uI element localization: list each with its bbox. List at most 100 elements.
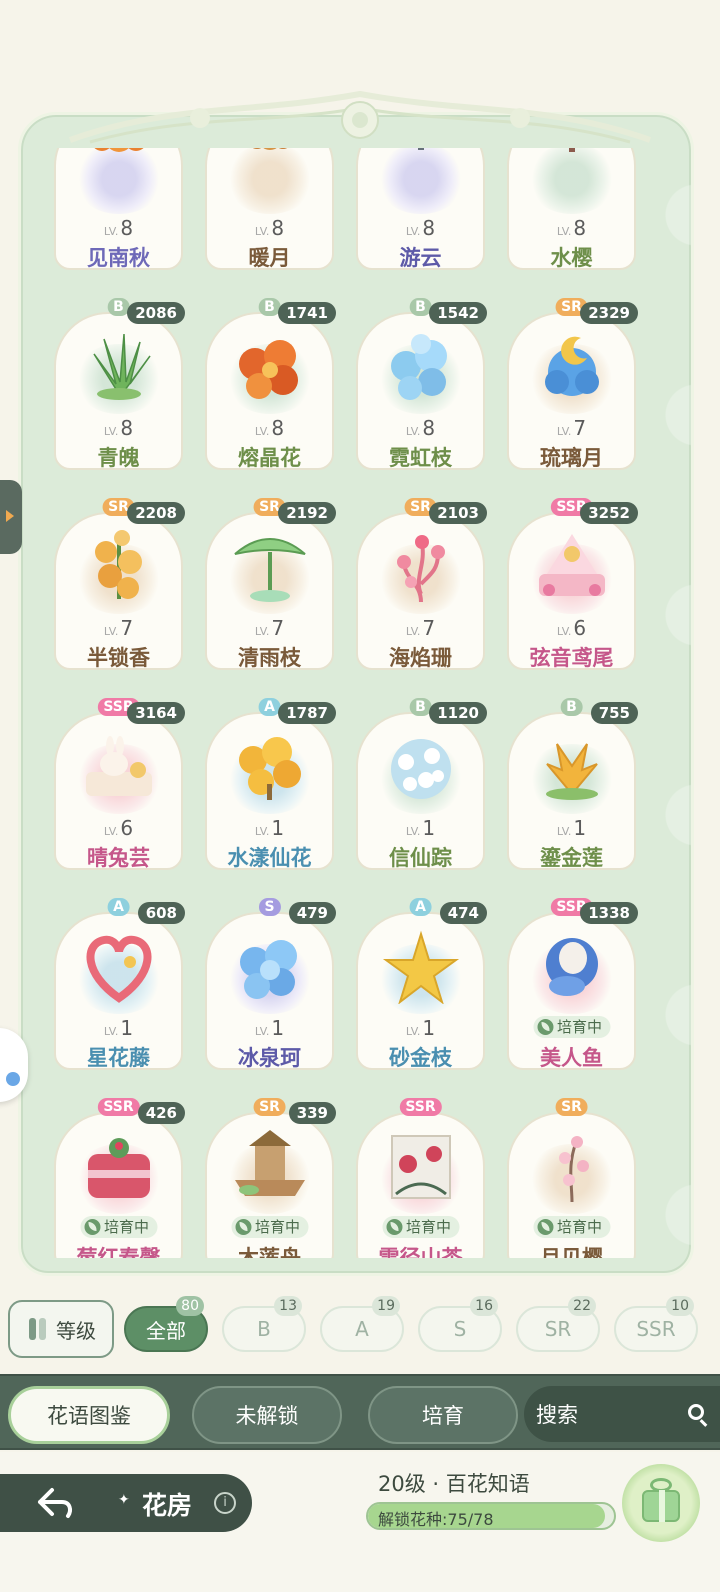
filter-chip-count: 13 bbox=[274, 1296, 302, 1316]
level-prefix: LV. bbox=[103, 1025, 119, 1038]
rarity-badge: SR bbox=[253, 1098, 286, 1116]
flower-name: 美人鱼 bbox=[540, 1046, 603, 1070]
unlock-progress-label: 解锁花种:75/78 bbox=[378, 1510, 494, 1529]
flower-count-badge: 2192 bbox=[278, 502, 336, 524]
nurturing-label: 培育中 bbox=[103, 1218, 150, 1236]
level-prefix: LV. bbox=[254, 1025, 270, 1038]
level-value: 7 bbox=[120, 616, 134, 640]
level-value: 8 bbox=[120, 416, 134, 440]
flower-card[interactable]: B 1120 LV. 1 信仙踪 bbox=[352, 696, 489, 870]
sort-by-level-button[interactable]: 等级 bbox=[8, 1300, 114, 1358]
level-prefix: LV. bbox=[103, 425, 119, 438]
filter-chip-ssr[interactable]: SSR 10 bbox=[614, 1296, 698, 1352]
tab-flower-encyclopedia[interactable]: 花语图鉴 bbox=[8, 1386, 170, 1444]
flower-card[interactable]: LV. 8 水樱 bbox=[503, 148, 640, 270]
flower-card[interactable]: SSR 3252 LV. 6 弦音鸢尾 bbox=[503, 496, 640, 670]
flower-card[interactable]: S 479 LV. 1 冰泉珂 bbox=[201, 896, 338, 1070]
flower-card[interactable]: SSR 426 培育中 莓红春馨 bbox=[50, 1096, 187, 1258]
level-value: 8 bbox=[573, 216, 587, 240]
filter-bar: 等级 全部 80 B 13 A 19 S 16 SR 22 SSR 10 bbox=[0, 1294, 720, 1366]
level-prefix: LV. bbox=[556, 225, 572, 238]
info-icon[interactable]: i bbox=[214, 1492, 236, 1514]
flower-level: LV. 8 bbox=[352, 416, 489, 440]
level-prefix: LV. bbox=[405, 1025, 421, 1038]
flower-illustration bbox=[559, 1136, 589, 1203]
flower-card[interactable]: LV. 8 游云 bbox=[352, 148, 489, 270]
level-prefix: LV. bbox=[254, 225, 270, 238]
flower-count-badge: 1741 bbox=[278, 302, 336, 324]
level-prefix: LV. bbox=[103, 825, 119, 838]
tab-locked[interactable]: 未解锁 bbox=[192, 1386, 342, 1444]
flower-card[interactable]: SSR 1338 培育中 美人鱼 bbox=[503, 896, 640, 1070]
flower-name: 鎏金莲 bbox=[540, 846, 603, 870]
nurturing-label: 培育中 bbox=[556, 1218, 603, 1236]
filter-chip-sr[interactable]: SR 22 bbox=[516, 1296, 600, 1352]
flower-card[interactable]: SR 2329 LV. 7 琉璃月 bbox=[503, 296, 640, 470]
flower-card[interactable]: B 1542 LV. 8 霓虹枝 bbox=[352, 296, 489, 470]
flower-card[interactable]: SSR 培育中 雪径山茶 bbox=[352, 1096, 489, 1258]
level-value: 6 bbox=[120, 816, 134, 840]
flower-count-badge: 339 bbox=[288, 1102, 336, 1124]
flower-name: 游云 bbox=[399, 246, 442, 270]
flower-name: 熔晶花 bbox=[238, 446, 301, 470]
tab-label: 花语图鉴 bbox=[47, 1404, 131, 1428]
flower-card[interactable]: A 1787 LV. 1 水漾仙花 bbox=[201, 696, 338, 870]
filter-chip-all[interactable]: 全部 80 bbox=[124, 1296, 208, 1352]
flower-name: 见南秋 bbox=[87, 246, 150, 270]
flower-card[interactable]: A 474 LV. 1 砂金枝 bbox=[352, 896, 489, 1070]
filter-chip-s[interactable]: S 16 bbox=[418, 1296, 502, 1352]
flower-count-badge: 755 bbox=[590, 702, 638, 724]
filter-chip-b[interactable]: B 13 bbox=[222, 1296, 306, 1352]
flower-name: 海焰珊 bbox=[389, 646, 452, 670]
tab-nurture[interactable]: 培育 bbox=[368, 1386, 518, 1444]
flower-card[interactable]: SR 339 培育中木莲舟 bbox=[201, 1096, 338, 1258]
flower-card[interactable]: SR 2103 LV. 7 海焰珊 bbox=[352, 496, 489, 670]
nurturing-status: 培育中 bbox=[230, 1216, 309, 1238]
flower-card[interactable]: B 2086 LV. 8 青魄 bbox=[50, 296, 187, 470]
flower-grid-viewport[interactable]: LV. 8 见南秋 LV. 8 暖月 LV. 8 游云 LV. 8 水樱 B 2086 LV. 8 青魄 B 174… bbox=[50, 148, 654, 1258]
rarity-badge: SSR bbox=[399, 1098, 442, 1116]
rarity-badge: A bbox=[107, 898, 130, 916]
flower-card[interactable]: A 608 LV. 1 星花藤 bbox=[50, 896, 187, 1070]
side-drawer-handle[interactable] bbox=[0, 480, 22, 554]
flower-card[interactable]: B 755 LV. 1 鎏金莲 bbox=[503, 696, 640, 870]
sparkle-icon: ✦ bbox=[118, 1492, 130, 1508]
gift-box-button[interactable] bbox=[622, 1464, 700, 1542]
flower-card[interactable]: SSR 3164 LV. 6 晴兔芸 bbox=[50, 696, 187, 870]
flower-level: LV. 7 bbox=[503, 416, 640, 440]
flower-card[interactable]: LV. 8 暖月 bbox=[201, 148, 338, 270]
flower-name: 琉璃月 bbox=[540, 446, 603, 470]
filter-chip-count: 19 bbox=[372, 1296, 400, 1316]
flower-count-badge: 608 bbox=[137, 902, 185, 924]
level-value: 7 bbox=[422, 616, 436, 640]
sort-label: 等级 bbox=[56, 1318, 96, 1343]
level-value: 1 bbox=[422, 816, 436, 840]
filter-chip-label: 全部 bbox=[146, 1318, 186, 1343]
flower-level: LV. 8 bbox=[503, 216, 640, 240]
flower-level: LV. 7 bbox=[201, 616, 338, 640]
flower-card[interactable]: SR 培育中 月见樱 bbox=[503, 1096, 640, 1258]
flower-level: LV. 7 bbox=[352, 616, 489, 640]
flower-card[interactable]: LV. 8 见南秋 bbox=[50, 148, 187, 270]
level-value: 1 bbox=[120, 1016, 134, 1040]
level-value: 8 bbox=[271, 216, 285, 240]
filter-chip-count: 10 bbox=[666, 1296, 694, 1316]
flower-name: 霓虹枝 bbox=[389, 446, 452, 470]
level-prefix: LV. bbox=[405, 825, 421, 838]
filter-chip-label: SSR bbox=[636, 1317, 676, 1341]
flower-name: 木莲舟 bbox=[238, 1246, 301, 1258]
flower-illustration bbox=[391, 334, 447, 400]
level-value: 7 bbox=[271, 616, 285, 640]
flower-card[interactable]: SR 2192 LV. 7 清雨枝 bbox=[201, 496, 338, 670]
level-prefix: LV. bbox=[254, 625, 270, 638]
level-value: 8 bbox=[120, 216, 134, 240]
filter-chip-a[interactable]: A 19 bbox=[320, 1296, 404, 1352]
flower-name: 弦音鸢尾 bbox=[529, 646, 614, 670]
flower-card[interactable]: SR 2208 LV. 7 半锁香 bbox=[50, 496, 187, 670]
flower-card[interactable]: B 1741 LV. 8 熔晶花 bbox=[201, 296, 338, 470]
flower-level: LV. 8 bbox=[50, 416, 187, 440]
filter-chip-count: 16 bbox=[470, 1296, 498, 1316]
level-value: 8 bbox=[422, 416, 436, 440]
filter-chip-label: A bbox=[355, 1317, 369, 1341]
greenhouse-back-button[interactable]: ✦ 花房 i bbox=[0, 1474, 252, 1532]
